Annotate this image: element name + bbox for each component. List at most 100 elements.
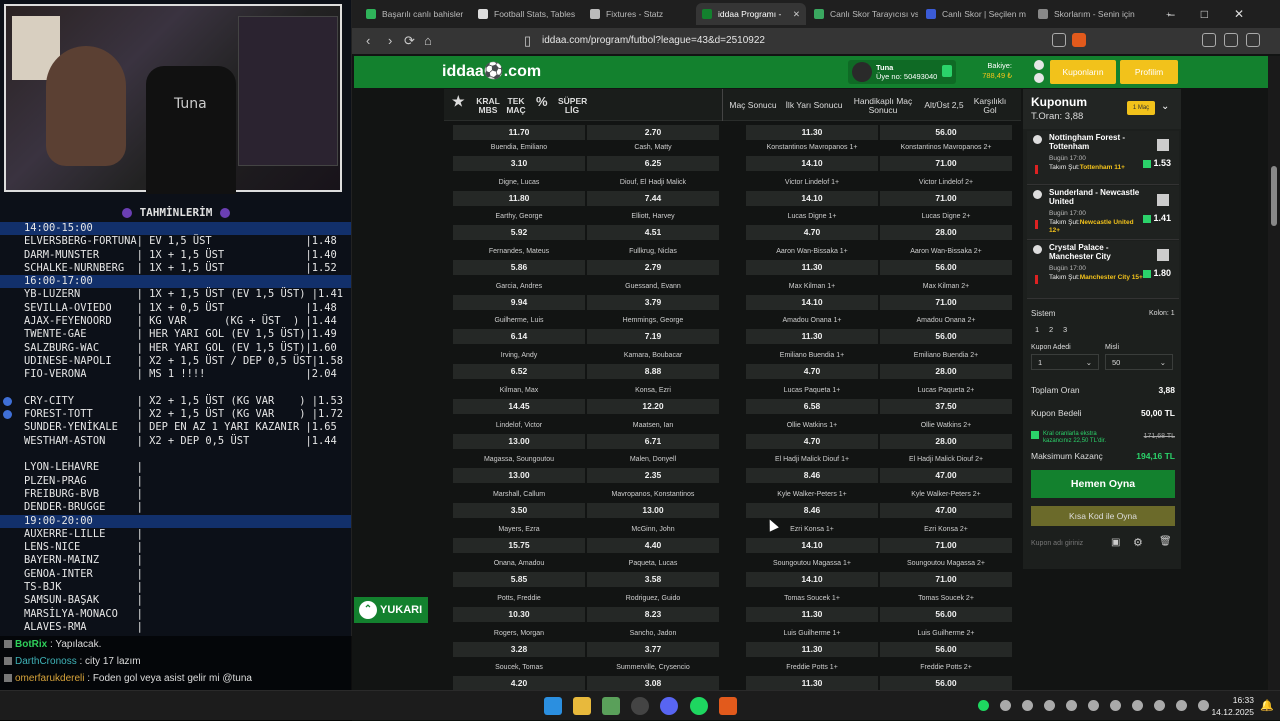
bookmark-icon[interactable]: ▯ bbox=[524, 28, 531, 54]
menu-icon[interactable] bbox=[1246, 33, 1260, 47]
odds-button[interactable]: 71.00 bbox=[880, 294, 1012, 310]
odds-button[interactable]: 11.70 bbox=[453, 125, 585, 140]
odds-button[interactable]: 6.14 bbox=[453, 329, 585, 345]
odds-button[interactable]: 4.70 bbox=[746, 433, 878, 449]
browser-tab[interactable]: Başarılı canlı bahisler bbox=[360, 3, 470, 25]
odds-button[interactable]: 14.10 bbox=[746, 294, 878, 310]
profilim-button[interactable]: Profilim bbox=[1120, 60, 1178, 84]
odds-button[interactable]: 3.28 bbox=[453, 641, 585, 657]
odds-button[interactable]: 11.80 bbox=[453, 190, 585, 206]
browser-tab[interactable]: Canlı Skor | Seçilen m bbox=[920, 3, 1030, 25]
odds-button[interactable]: 28.00 bbox=[880, 225, 1012, 241]
browser-tab[interactable]: iddaa Programı - ✕ bbox=[696, 3, 806, 25]
odds-button[interactable]: 5.85 bbox=[453, 572, 585, 588]
brave-shield-icon[interactable] bbox=[1072, 33, 1086, 47]
app-icon[interactable] bbox=[602, 697, 620, 715]
odds-button[interactable]: 13.00 bbox=[453, 468, 585, 484]
odds-button[interactable]: 3.08 bbox=[587, 676, 719, 690]
browser-tab[interactable]: Skorlarım - Senin için bbox=[1032, 3, 1142, 25]
odds-button[interactable]: 14.10 bbox=[746, 572, 878, 588]
back-icon[interactable]: ‹ bbox=[366, 28, 370, 54]
odds-button[interactable]: 8.46 bbox=[746, 468, 878, 484]
odds-button[interactable]: 6.52 bbox=[453, 364, 585, 380]
save-icon[interactable]: ▣ bbox=[1111, 537, 1120, 548]
odds-button[interactable]: 56.00 bbox=[880, 606, 1012, 622]
network-icon[interactable] bbox=[1198, 700, 1209, 711]
odds-button[interactable]: 56.00 bbox=[880, 329, 1012, 345]
misli-select[interactable]: 50 ⌄ bbox=[1105, 354, 1173, 370]
odds-button[interactable]: 56.00 bbox=[880, 641, 1012, 657]
file-explorer-icon[interactable] bbox=[573, 697, 591, 715]
odds-button[interactable]: 56.00 bbox=[880, 260, 1012, 276]
odds-button[interactable]: 13.00 bbox=[453, 433, 585, 449]
odds-button[interactable]: 4.70 bbox=[746, 225, 878, 241]
window-controls[interactable]: –□✕ bbox=[1168, 0, 1270, 28]
odds-button[interactable]: 14.10 bbox=[746, 537, 878, 553]
gear-icon[interactable]: ⚙ bbox=[1133, 536, 1143, 549]
odds-button[interactable]: 2.70 bbox=[587, 125, 719, 140]
odds-button[interactable]: 10.30 bbox=[453, 606, 585, 622]
reload-icon[interactable]: ⟳ bbox=[404, 28, 415, 54]
odds-button[interactable]: 11.30 bbox=[746, 676, 878, 690]
odds-button[interactable]: 8.46 bbox=[746, 502, 878, 518]
odds-button[interactable]: 3.10 bbox=[453, 156, 585, 171]
browser-tab[interactable]: Fixtures - Statz bbox=[584, 3, 694, 25]
hemen-oyna-button[interactable]: Hemen Oyna bbox=[1031, 470, 1175, 498]
odds-button[interactable]: 37.50 bbox=[880, 398, 1012, 414]
notification-icon[interactable]: 🔔 bbox=[1260, 699, 1274, 712]
remove-checkbox[interactable] bbox=[1157, 194, 1169, 206]
kupon-adedi-select[interactable]: 1 ⌄ bbox=[1031, 354, 1099, 370]
close-icon[interactable]: ✕ bbox=[793, 3, 800, 25]
iddaa-logo[interactable]: iddaa⚽.com bbox=[442, 61, 541, 81]
odds-button[interactable]: 11.30 bbox=[746, 606, 878, 622]
trash-icon[interactable]: 🗑 bbox=[1159, 536, 1172, 547]
sidebar-icon[interactable] bbox=[1202, 33, 1216, 47]
odds-button[interactable]: 5.86 bbox=[453, 260, 585, 276]
chat-username[interactable]: DarthCronoss bbox=[15, 656, 77, 667]
odds-button[interactable]: 4.51 bbox=[587, 225, 719, 241]
tray-icon[interactable] bbox=[1044, 700, 1055, 711]
clock[interactable]: 16:33 14.12.2025 bbox=[1211, 694, 1254, 718]
discord-icon[interactable] bbox=[660, 697, 678, 715]
share-icon[interactable] bbox=[1052, 33, 1066, 47]
tray-icon[interactable] bbox=[1000, 700, 1011, 711]
remove-checkbox[interactable] bbox=[1157, 139, 1169, 151]
odds-button[interactable]: 8.88 bbox=[587, 364, 719, 380]
kuponlarim-button[interactable]: Kuponların bbox=[1050, 60, 1116, 84]
odds-button[interactable]: 6.58 bbox=[746, 398, 878, 414]
sistem-opt-1[interactable]: 1 bbox=[1035, 325, 1039, 334]
odds-button[interactable]: 11.30 bbox=[746, 641, 878, 657]
remove-checkbox[interactable] bbox=[1157, 249, 1169, 261]
volume-icon[interactable] bbox=[1176, 700, 1187, 711]
browser-tab[interactable]: Canlı Skor Tarayıcısı vs bbox=[808, 3, 918, 25]
tray-icon[interactable] bbox=[1088, 700, 1099, 711]
brave-icon[interactable] bbox=[719, 697, 737, 715]
tray-icon[interactable] bbox=[1132, 700, 1143, 711]
odds-button[interactable]: 8.23 bbox=[587, 606, 719, 622]
odds-button[interactable]: 47.00 bbox=[880, 502, 1012, 518]
page-scrollbar[interactable] bbox=[1268, 56, 1280, 690]
odds-button[interactable]: 11.30 bbox=[746, 329, 878, 345]
odds-button[interactable]: 4.70 bbox=[746, 364, 878, 380]
odds-button[interactable]: 2.35 bbox=[587, 468, 719, 484]
wallet-icon[interactable] bbox=[1224, 33, 1238, 47]
url-field[interactable]: iddaa.com/program/futbol?league=43&d=251… bbox=[542, 28, 765, 54]
kisa-kod-button[interactable]: Kısa Kod ile Oyna bbox=[1031, 506, 1175, 526]
chevron-down-icon[interactable]: ⌄ bbox=[1161, 101, 1169, 112]
odds-button[interactable]: 3.77 bbox=[587, 641, 719, 657]
odds-button[interactable]: 56.00 bbox=[880, 125, 1012, 140]
odds-button[interactable]: 14.45 bbox=[453, 398, 585, 414]
sistem-opt-3[interactable]: 3 bbox=[1063, 325, 1067, 334]
odds-button[interactable]: 6.71 bbox=[587, 433, 719, 449]
forward-icon[interactable]: › bbox=[388, 28, 392, 54]
user-box[interactable]: Tuna Üye no: 50493040 bbox=[848, 60, 956, 84]
odds-button[interactable]: 7.19 bbox=[587, 329, 719, 345]
bluetooth-icon[interactable] bbox=[1022, 700, 1033, 711]
odds-button[interactable]: 9.94 bbox=[453, 294, 585, 310]
odds-button[interactable]: 47.00 bbox=[880, 468, 1012, 484]
odds-button[interactable]: 4.20 bbox=[453, 676, 585, 690]
odds-button[interactable]: 71.00 bbox=[880, 190, 1012, 206]
spotify-icon[interactable] bbox=[690, 697, 708, 715]
browser-tab[interactable]: Football Stats, Tables bbox=[472, 3, 582, 25]
odds-button[interactable]: 11.30 bbox=[746, 125, 878, 140]
